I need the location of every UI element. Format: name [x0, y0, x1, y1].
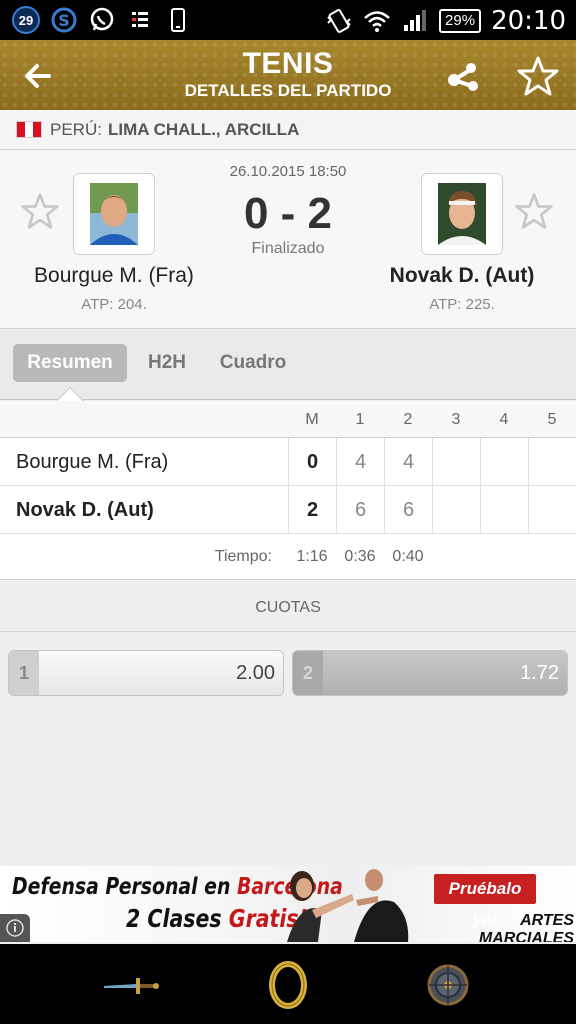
time-set1: 0:36	[344, 548, 376, 565]
home-player-photo[interactable]	[73, 173, 155, 255]
notification-badge-icon: 29	[12, 6, 40, 34]
whatsapp-icon	[88, 6, 116, 34]
odds-title: CUOTAS	[0, 584, 576, 632]
shield-icon[interactable]	[418, 960, 478, 1010]
time-set2: 0:40	[392, 548, 424, 565]
away-player-photo[interactable]	[421, 173, 503, 255]
ad-cta-button[interactable]: Pruébalo ya!	[434, 874, 536, 928]
signal-icon	[401, 7, 429, 35]
tab-resumen[interactable]: Resumen	[13, 344, 127, 382]
time-row: Tiempo: 1:16 0:36 0:40	[0, 534, 576, 580]
time-total: 1:16	[296, 548, 328, 565]
odds-label: 2	[293, 651, 323, 695]
ring-icon[interactable]	[258, 960, 318, 1010]
match-header: Bourgue M. (Fra) ATP: 204. 26.10.2015 18…	[0, 151, 576, 329]
odds-home-button[interactable]: 1 2.00	[8, 650, 284, 696]
match-status: Finalizado	[251, 240, 325, 257]
row-set-score	[528, 438, 576, 486]
status-bar: 29 S 29% 20:10	[0, 0, 576, 40]
odds-away-button[interactable]: 2 1.72	[292, 650, 568, 696]
row-set-score: 6	[384, 486, 432, 534]
time-label: Tiempo:	[214, 548, 272, 565]
row-set-score: 6	[336, 486, 384, 534]
ad-banner[interactable]: Defensa Personal en Barcelona 2 Clases G…	[0, 866, 576, 942]
odds-label: 1	[9, 651, 39, 695]
app-header: TENIS DETALLES DEL PARTIDO	[0, 40, 576, 110]
share-button[interactable]	[444, 56, 484, 96]
row-set-score	[480, 486, 528, 534]
tournament-bar[interactable]: PERÚ: LIMA CHALL., ARCILLA	[0, 110, 576, 150]
sword-icon[interactable]	[100, 960, 160, 1010]
table-header: M 1 2 3 4 5	[0, 401, 576, 438]
tab-cuadro[interactable]: Cuadro	[210, 344, 296, 382]
peru-flag-icon	[16, 121, 42, 138]
row-match-score: 0	[288, 438, 336, 486]
column-header-set2: 2	[403, 411, 413, 428]
row-player-name: Novak D. (Aut)	[16, 499, 154, 521]
calendar-list-icon	[126, 6, 154, 34]
match-datetime: 26.10.2015 18:50	[229, 163, 347, 180]
row-set-score: 4	[336, 438, 384, 486]
ad-line-2: 2 Clases Gratis!	[126, 904, 308, 933]
away-player-name[interactable]: Novak D. (Aut)	[352, 264, 572, 288]
row-set-score	[528, 486, 576, 534]
bottom-navigation	[0, 944, 576, 1024]
column-header-set3: 3	[451, 411, 461, 428]
column-header-set5: 5	[547, 411, 557, 428]
s-app-icon: S	[50, 6, 78, 34]
svg-text:S: S	[58, 11, 70, 30]
home-player-rank: ATP: 204.	[81, 296, 147, 313]
phone-icon	[164, 6, 192, 34]
row-set-score: 4	[384, 438, 432, 486]
tab-bar: Resumen H2H Cuadro	[0, 330, 576, 416]
clock: 20:10	[491, 6, 566, 36]
table-row: Bourgue M. (Fra) 0 4 4	[0, 438, 576, 486]
match-score: 0 - 2	[243, 189, 333, 238]
favorite-button[interactable]	[516, 54, 560, 98]
battery-indicator: 29%	[439, 9, 482, 33]
column-header-set1: 1	[355, 411, 365, 428]
wifi-icon	[363, 7, 391, 35]
odds-value: 2.00	[39, 651, 283, 695]
away-favorite-star-icon[interactable]	[514, 191, 554, 231]
row-set-score	[480, 438, 528, 486]
row-player-name: Bourgue M. (Fra)	[16, 451, 169, 473]
vibrate-icon	[325, 7, 353, 35]
arrow-left-icon	[25, 64, 51, 88]
row-match-score: 2	[288, 486, 336, 534]
page-subtitle: DETALLES DEL PARTIDO	[184, 81, 392, 100]
home-player-name[interactable]: Bourgue M. (Fra)	[4, 264, 224, 288]
home-favorite-star-icon[interactable]	[20, 191, 60, 231]
table-row: Novak D. (Aut) 2 6 6	[0, 486, 576, 534]
ad-info-icon[interactable]	[0, 914, 30, 942]
row-set-score	[432, 486, 480, 534]
score-table: M 1 2 3 4 5 Bourgue M. (Fra) 0 4 4 Novak…	[0, 401, 576, 580]
ad-image	[282, 866, 422, 942]
away-player-rank: ATP: 225.	[429, 296, 495, 313]
column-header-set4: 4	[499, 411, 509, 428]
tournament-country: PERÚ:	[50, 119, 102, 139]
ad-brand: ARTES MARCIALES	[478, 912, 574, 942]
row-set-score	[432, 438, 480, 486]
tournament-name: LIMA CHALL., ARCILLA	[107, 119, 300, 139]
share-icon	[448, 63, 478, 91]
star-icon	[517, 56, 559, 96]
tab-h2h[interactable]: H2H	[136, 344, 198, 382]
column-header-m: M	[305, 411, 319, 428]
back-button[interactable]	[18, 56, 58, 96]
odds-value: 1.72	[323, 651, 567, 695]
page-title: TENIS	[242, 47, 334, 80]
